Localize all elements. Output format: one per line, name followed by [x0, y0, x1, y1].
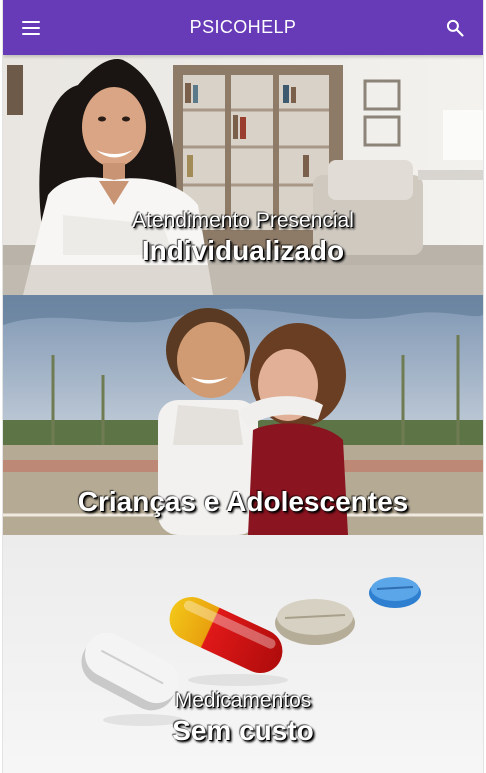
card-children-teens[interactable]: Crianças e Adolescentes	[3, 295, 483, 535]
menu-button[interactable]	[3, 0, 59, 55]
app-frame: PSICOHELP Atendimento Presencial Individ…	[3, 0, 483, 773]
card-subtitle: Atendimento Presencial	[132, 209, 354, 232]
search-icon	[446, 19, 464, 37]
card-caption: Medicamentos Sem custo	[3, 689, 483, 747]
search-button[interactable]	[427, 0, 483, 55]
card-caption: Atendimento Presencial Individualizado	[3, 209, 483, 267]
card-subtitle: Medicamentos	[174, 689, 312, 712]
card-title: Individualizado	[141, 235, 345, 267]
card-free-medication[interactable]: Medicamentos Sem custo	[3, 535, 483, 773]
card-title: Crianças e Adolescentes	[77, 486, 409, 517]
card-caption: Crianças e Adolescentes	[3, 483, 483, 517]
card-individual-care[interactable]: Atendimento Presencial Individualizado	[3, 55, 483, 295]
app-title: PSICOHELP	[189, 17, 297, 37]
app-bar: PSICOHELP	[3, 0, 483, 55]
menu-icon	[22, 20, 40, 35]
card-title: Sem custo	[172, 715, 314, 747]
